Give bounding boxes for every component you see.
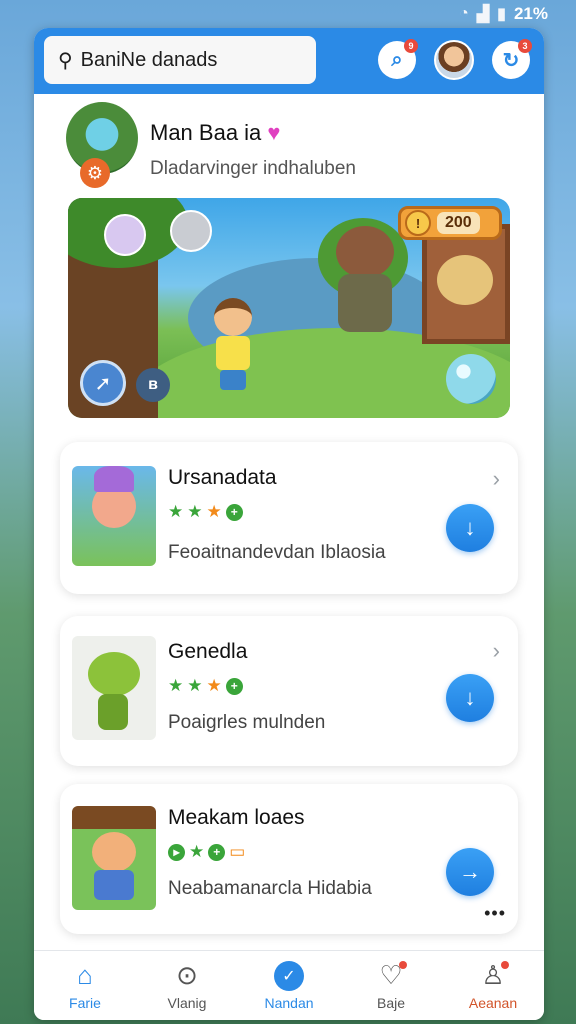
profile-header[interactable]: ⚙ Man Baa ia ♥ Dladarvinger indhaluben bbox=[64, 102, 524, 194]
compass-button[interactable]: ➚ bbox=[80, 360, 126, 406]
bottom-nav: ⌂ Farie ⊙ Vlanig ✓ Nandan ♡ Baje ♙ Aeana… bbox=[34, 950, 544, 1020]
arrow-down-icon: ↓ bbox=[464, 685, 476, 710]
nav-label: Nandan bbox=[264, 994, 314, 1011]
top-bar: ⚲ BaniNe danads ⌕ 9 ↻ 3 bbox=[34, 28, 544, 94]
gear-icon[interactable]: ⚙ bbox=[80, 158, 110, 188]
nav-item-home[interactable]: ⌂ Farie bbox=[40, 960, 130, 1011]
download-button[interactable]: ↓ bbox=[446, 674, 494, 722]
more-options-icon[interactable]: ••• bbox=[484, 903, 506, 924]
bear-character bbox=[330, 226, 400, 336]
nav-label: Farie bbox=[69, 994, 101, 1011]
download-button[interactable]: ↓ bbox=[446, 504, 494, 552]
chevron-right-icon[interactable]: › bbox=[493, 466, 500, 492]
star-icon: ★ bbox=[187, 502, 203, 521]
game-description: Neabamanarcla Hidabia bbox=[168, 878, 372, 899]
kid-character bbox=[208, 298, 258, 393]
game-thumbnail bbox=[72, 466, 156, 566]
b-button[interactable]: ʙ bbox=[136, 368, 170, 402]
star-icon: ★ bbox=[206, 502, 222, 521]
game-card[interactable]: Meakam loaes ▸ ★ + ▭ Neabamanarcla Hidab… bbox=[60, 784, 518, 934]
rating: ▸ ★ + ▭ bbox=[168, 842, 245, 862]
magnifier-icon: ⌕ bbox=[391, 48, 403, 71]
game-title: Ursanadata bbox=[168, 466, 277, 489]
game-card[interactable]: Genedla ★ ★ ★ + Poaigrles mulnden › ↓ bbox=[60, 616, 518, 766]
search-icon: ⚲ bbox=[58, 49, 73, 72]
character-bubble-ghost[interactable] bbox=[104, 214, 146, 256]
open-button[interactable]: → bbox=[446, 848, 494, 896]
game-card[interactable]: Ursanadata ★ ★ ★ + Feoaitnandevdan Iblao… bbox=[60, 442, 518, 594]
nav-label: Vlanig bbox=[167, 994, 207, 1011]
game-thumbnail bbox=[72, 806, 156, 910]
b-glyph-icon: ʙ bbox=[148, 376, 158, 393]
game-title: Genedla bbox=[168, 640, 248, 663]
nav-item-profile[interactable]: ♙ Aeanan bbox=[448, 960, 538, 1011]
play-icon: ▸ bbox=[168, 843, 185, 861]
nav-item-nandan[interactable]: ✓ Nandan bbox=[244, 960, 334, 1011]
star-icon: ★ bbox=[168, 676, 184, 695]
top-icons: ⌕ 9 ↻ 3 bbox=[378, 39, 532, 80]
nav-item-favorites[interactable]: ♡ Baje bbox=[346, 960, 436, 1011]
arrow-down-icon: ↓ bbox=[464, 515, 476, 540]
wifi-icon: ◔ bbox=[459, 5, 469, 22]
heart-icon: ♥ bbox=[267, 120, 281, 145]
character-bubble-knight[interactable] bbox=[170, 210, 212, 252]
notifications-button[interactable]: ↻ 3 bbox=[492, 39, 532, 79]
star-icon: ★ bbox=[187, 676, 203, 695]
search-button[interactable]: ⌕ 9 bbox=[378, 39, 418, 79]
orb-button[interactable] bbox=[446, 354, 496, 404]
coin-value: 200 bbox=[437, 212, 480, 234]
refresh-icon: ↻ bbox=[502, 49, 520, 72]
main-content: ⚙ Man Baa ia ♥ Dladarvinger indhaluben !… bbox=[34, 94, 544, 950]
signal-icon: ▟ bbox=[476, 6, 490, 23]
search-input[interactable]: ⚲ BaniNe danads bbox=[44, 36, 316, 84]
rating: ★ ★ ★ + bbox=[168, 502, 243, 522]
arrow-right-icon: → bbox=[459, 859, 481, 884]
heart-icon: ♡ bbox=[379, 960, 407, 991]
profile-name-text: Man Baa ia bbox=[150, 120, 262, 145]
game-description: Poaigrles mulnden bbox=[168, 712, 326, 733]
coin-icon: ! bbox=[405, 210, 431, 236]
rating: ★ ★ ★ + bbox=[168, 676, 243, 696]
shopkeeper-animal bbox=[437, 255, 493, 305]
game-title: Meakam loaes bbox=[168, 806, 305, 829]
featured-banner[interactable]: ! 200 ➚ ʙ bbox=[68, 198, 510, 418]
check-circle-icon: ✓ bbox=[274, 960, 304, 991]
star-icon: ★ bbox=[168, 502, 184, 521]
search-text: BaniNe danads bbox=[80, 48, 218, 71]
star-icon: ★ bbox=[189, 842, 205, 861]
nav-item-search[interactable]: ⊙ Vlanig bbox=[142, 960, 232, 1011]
home-icon: ⌂ bbox=[77, 960, 93, 990]
plus-icon: + bbox=[225, 677, 243, 695]
avatar[interactable] bbox=[434, 40, 474, 80]
status-bar: ◔ ▟ ▮ 21% bbox=[0, 0, 576, 28]
coin-counter: ! 200 bbox=[398, 206, 502, 240]
plus-icon: + bbox=[225, 503, 243, 521]
profile-subtitle: Dladarvinger indhaluben bbox=[150, 158, 356, 179]
profile-name: Man Baa ia ♥ bbox=[150, 120, 280, 146]
nav-label: Aeanan bbox=[468, 994, 518, 1011]
search-q-icon: ⊙ bbox=[176, 960, 198, 990]
alert-badge: 3 bbox=[518, 39, 532, 53]
chevron-right-icon[interactable]: › bbox=[493, 638, 500, 664]
notification-badge: 9 bbox=[404, 39, 418, 53]
shop-stall[interactable] bbox=[422, 224, 510, 344]
compass-icon: ➚ bbox=[94, 372, 112, 395]
game-thumbnail bbox=[72, 636, 156, 740]
tag-icon: ▭ bbox=[229, 842, 246, 861]
battery-level: 21% bbox=[513, 4, 548, 23]
app-window: ⚲ BaniNe danads ⌕ 9 ↻ 3 ⚙ Man Baa ia ♥ D… bbox=[34, 28, 544, 1020]
nav-label: Baje bbox=[376, 994, 406, 1011]
plus-icon: + bbox=[208, 843, 226, 861]
battery-icon: ▮ bbox=[497, 6, 506, 23]
star-icon: ★ bbox=[206, 676, 222, 695]
user-icon: ♙ bbox=[481, 960, 509, 991]
game-description: Feoaitnandevdan Iblaosia bbox=[168, 542, 386, 563]
